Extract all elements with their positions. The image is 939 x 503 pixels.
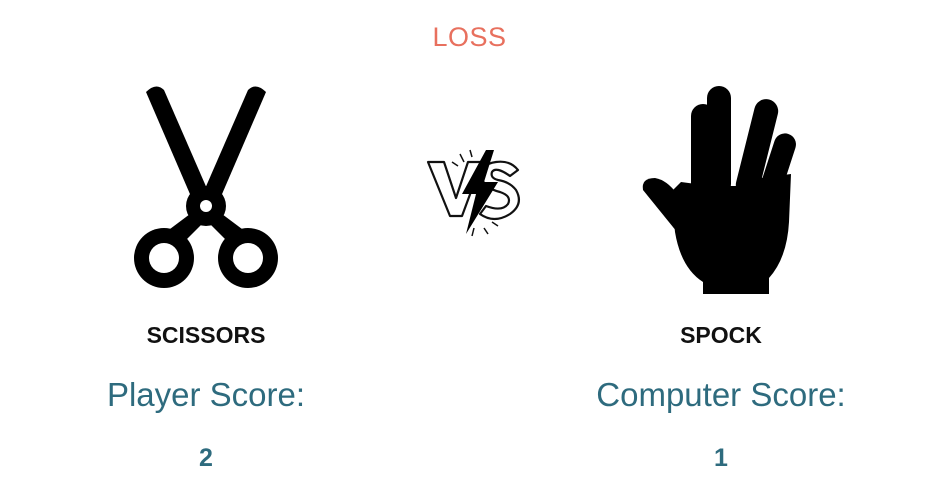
spock-hand-icon bbox=[641, 82, 801, 299]
player-score-label: Player Score: bbox=[106, 376, 306, 413]
versus-lightning-icon bbox=[422, 148, 532, 238]
player-panel: SCISSORS Player Score: 2 bbox=[56, 0, 356, 503]
computer-panel: SPOCK Computer Score: 1 bbox=[571, 0, 871, 503]
computer-score-label: Computer Score: bbox=[596, 376, 846, 413]
player-score-value: 2 bbox=[199, 444, 213, 472]
scissors-icon bbox=[126, 82, 286, 299]
game-screen: LOSS SCISSORS Player Score: 2 SPOCK Comp… bbox=[0, 0, 939, 503]
computer-choice-label: SPOCK bbox=[680, 322, 762, 348]
computer-score-value: 1 bbox=[714, 444, 728, 472]
player-choice-label: SCISSORS bbox=[146, 322, 266, 348]
